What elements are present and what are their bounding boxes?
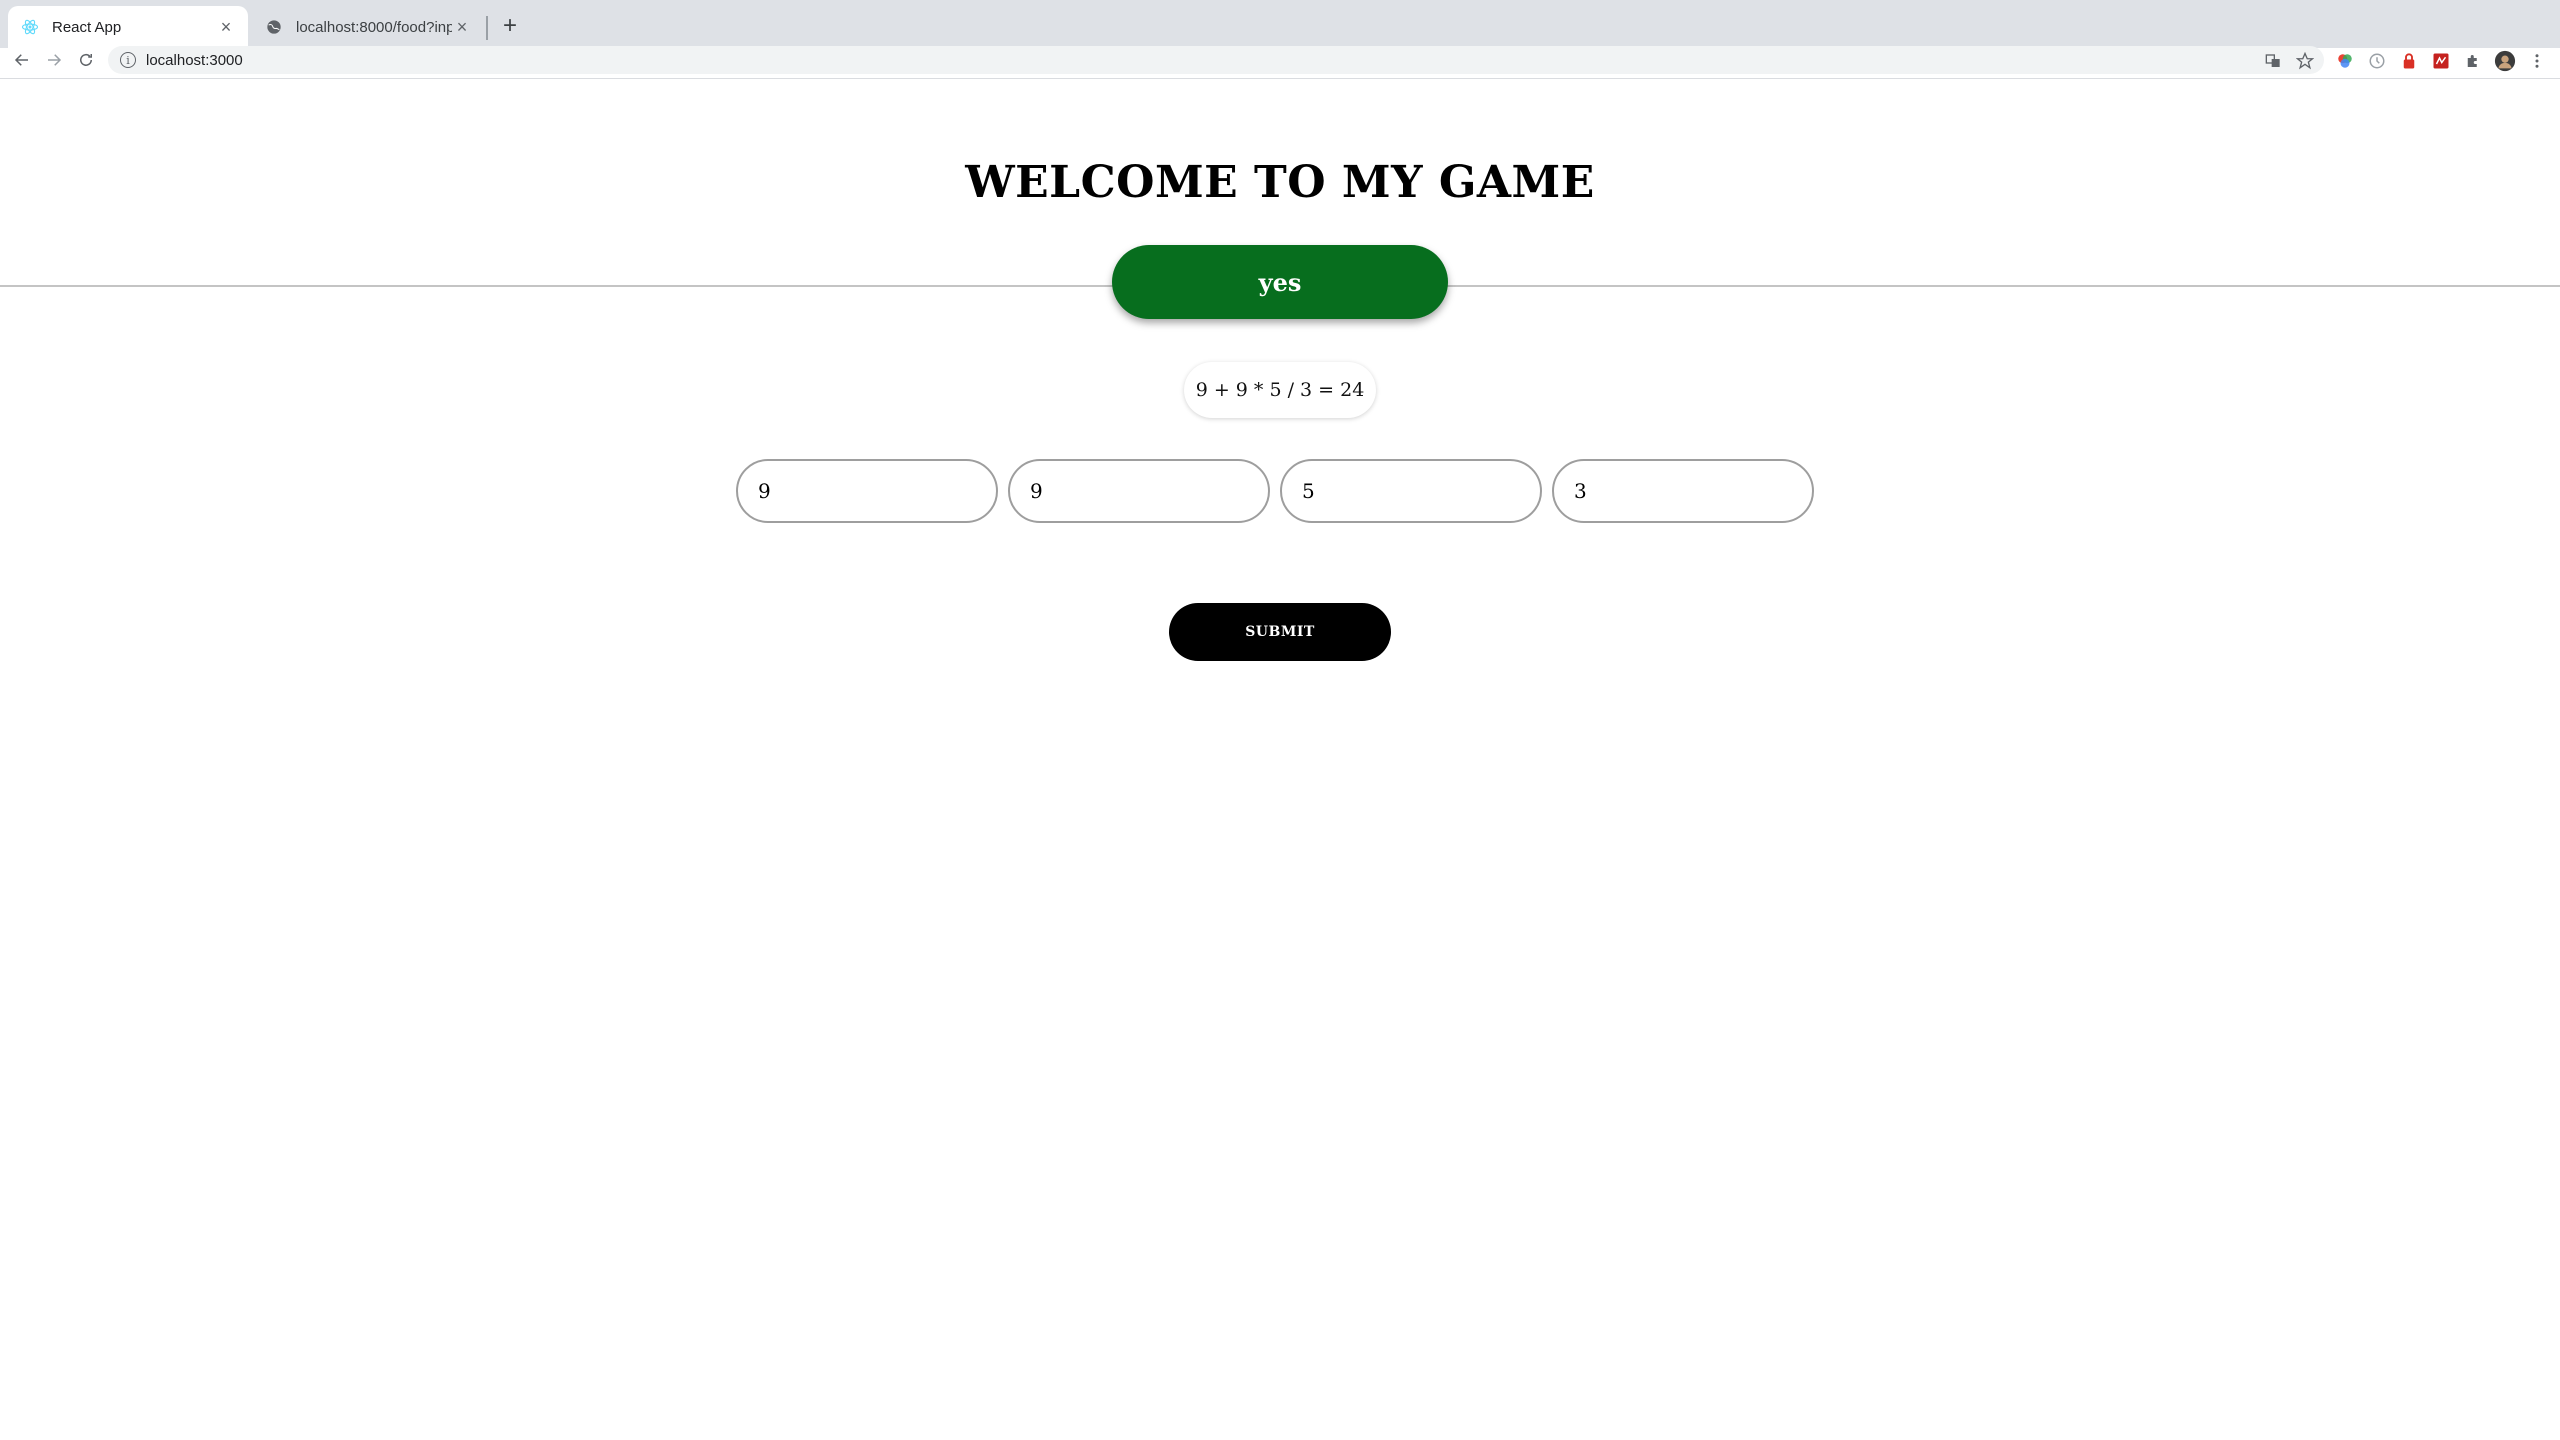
more-icon[interactable]: [2526, 50, 2548, 72]
number-input-4[interactable]: [1552, 459, 1814, 523]
star-icon[interactable]: [2294, 50, 2316, 72]
new-tab-button[interactable]: +: [496, 12, 524, 40]
address-bar[interactable]: i localhost:3000: [108, 46, 2324, 74]
globe-icon: [264, 17, 284, 37]
reload-icon[interactable]: [72, 48, 100, 72]
submit-button[interactable]: SUBMIT: [1169, 603, 1391, 661]
tab-title: localhost:8000/food?input=ui&: [296, 18, 452, 36]
tab-separator: [486, 16, 488, 40]
address-text: localhost:3000: [146, 51, 243, 69]
number-input-2[interactable]: [1008, 459, 1270, 523]
puzzle-icon[interactable]: [2462, 50, 2484, 72]
tab-localhost-8000[interactable]: localhost:8000/food?input=ui& ×: [252, 6, 484, 48]
info-icon[interactable]: i: [120, 52, 136, 68]
forward-icon[interactable]: [40, 48, 68, 72]
equation-display: 9 + 9 * 5 / 3 = 24: [1184, 362, 1376, 418]
color-wheel-icon[interactable]: [2334, 50, 2356, 72]
status-badge: yes: [1112, 245, 1448, 319]
tab-strip: React App × localhost:8000/food?input=ui…: [0, 0, 2560, 48]
react-icon: [20, 17, 40, 37]
page-content: WELCOME TO MY GAME yes 9 + 9 * 5 / 3 = 2…: [0, 79, 2560, 1440]
clock-icon[interactable]: [2366, 50, 2388, 72]
tab-title: React App: [52, 18, 122, 36]
translate-icon[interactable]: [2262, 50, 2284, 72]
profile-avatar[interactable]: [2494, 50, 2516, 72]
close-icon[interactable]: ×: [452, 17, 472, 37]
number-input-1[interactable]: [736, 459, 998, 523]
page-title: WELCOME TO MY GAME: [965, 157, 1595, 208]
pdf-icon[interactable]: [2430, 50, 2452, 72]
number-input-3[interactable]: [1280, 459, 1542, 523]
tab-react-app[interactable]: React App ×: [8, 6, 248, 48]
lock-icon[interactable]: [2398, 50, 2420, 72]
back-icon[interactable]: [8, 48, 36, 72]
close-icon[interactable]: ×: [216, 17, 236, 37]
